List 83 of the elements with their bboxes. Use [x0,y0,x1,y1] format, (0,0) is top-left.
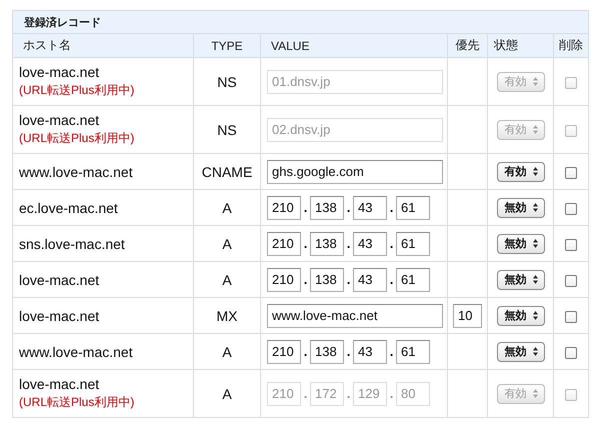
octet-separator: . [388,272,394,287]
stepper-icon [532,124,538,135]
record-type: NS [217,122,237,138]
record-type: A [222,386,232,402]
status-note: (URL転送Plus利用中) [19,82,136,99]
octet-field[interactable]: 138 [310,196,344,220]
stepper-icon [532,310,538,321]
delete-checkbox[interactable] [565,310,578,323]
column-header: 優先 [456,38,480,52]
column-header: VALUE [271,38,310,52]
host-name: sns.love-mac.net [19,236,126,252]
status-select[interactable]: 無効 [496,234,544,254]
octet-field[interactable]: 43 [353,196,387,220]
section-title: 登録済レコード [24,16,101,28]
stepper-icon [532,238,538,249]
column-header: 状態 [494,38,518,52]
octet-separator: . [302,344,308,359]
octet-field[interactable]: 61 [396,340,430,364]
value-field[interactable]: www.love-mac.net [267,304,443,328]
value-field[interactable]: ghs.google.com [267,160,443,184]
delete-checkbox[interactable] [565,166,578,179]
host-name: www.love-mac.net [19,344,134,360]
record-type: NS [217,74,237,90]
octet-field[interactable]: 61 [396,232,430,256]
host-name: ec.love-mac.net [19,200,119,216]
octet-separator: . [388,200,394,215]
octet-field[interactable]: 210 [267,268,301,292]
column-header: TYPE [211,38,243,52]
host-name: love-mac.net [19,376,100,392]
octet-field[interactable]: 61 [396,196,430,220]
host-name: love-mac.net [19,308,100,324]
octet-field[interactable]: 138 [310,268,344,292]
octet-separator: . [346,344,352,359]
octet-separator: . [388,386,394,401]
octet-field[interactable]: 43 [353,268,387,292]
status-select[interactable]: 無効 [496,270,544,290]
stepper-icon [532,76,538,87]
host-name: www.love-mac.net [19,164,134,180]
stepper-icon [532,274,538,285]
octet-separator: . [346,386,352,401]
octet-separator: . [346,200,352,215]
status-select[interactable]: 有効 [496,162,544,182]
octet-separator: . [388,344,394,359]
delete-checkbox[interactable] [565,274,578,287]
record-type: A [222,272,232,288]
octet-field[interactable]: 61 [396,268,430,292]
octet-field[interactable]: 138 [310,340,344,364]
priority-field[interactable]: 10 [453,304,482,328]
column-header: ホスト名 [23,38,71,52]
status-select[interactable]: 無効 [496,342,544,362]
octet-field[interactable]: 210 [267,232,301,256]
octet-field[interactable]: 138 [310,232,344,256]
column-header: 削除 [559,38,584,52]
octet-separator: . [302,200,308,215]
octet-field[interactable]: 210 [267,340,301,364]
octet-separator: . [388,236,394,251]
record-type: A [222,236,232,252]
octet-field[interactable]: 43 [353,232,387,256]
record-type: MX [216,308,238,324]
stepper-icon [532,388,538,399]
status-select[interactable]: 無効 [496,198,544,218]
status-note: (URL転送Plus利用中) [19,130,136,147]
host-name: love-mac.net [19,272,100,288]
host-name: love-mac.net [19,112,100,128]
delete-checkbox[interactable] [565,202,578,215]
stepper-icon [532,202,538,213]
stepper-icon [532,346,538,357]
octet-separator: . [302,272,308,287]
stepper-icon [532,166,538,177]
octet-separator: . [346,236,352,251]
status-select[interactable]: 無効 [496,306,544,326]
record-type: CNAME [202,164,252,180]
record-type: A [222,344,232,360]
delete-checkbox[interactable] [565,238,578,251]
octet-separator: . [302,236,308,251]
octet-separator: . [346,272,352,287]
octet-separator: . [302,386,308,401]
delete-checkbox[interactable] [565,346,578,359]
status-note: (URL転送Plus利用中) [19,394,136,411]
octet-field[interactable]: 210 [267,196,301,220]
host-name: love-mac.net [19,64,100,80]
octet-field[interactable]: 43 [353,340,387,364]
record-type: A [222,200,232,216]
